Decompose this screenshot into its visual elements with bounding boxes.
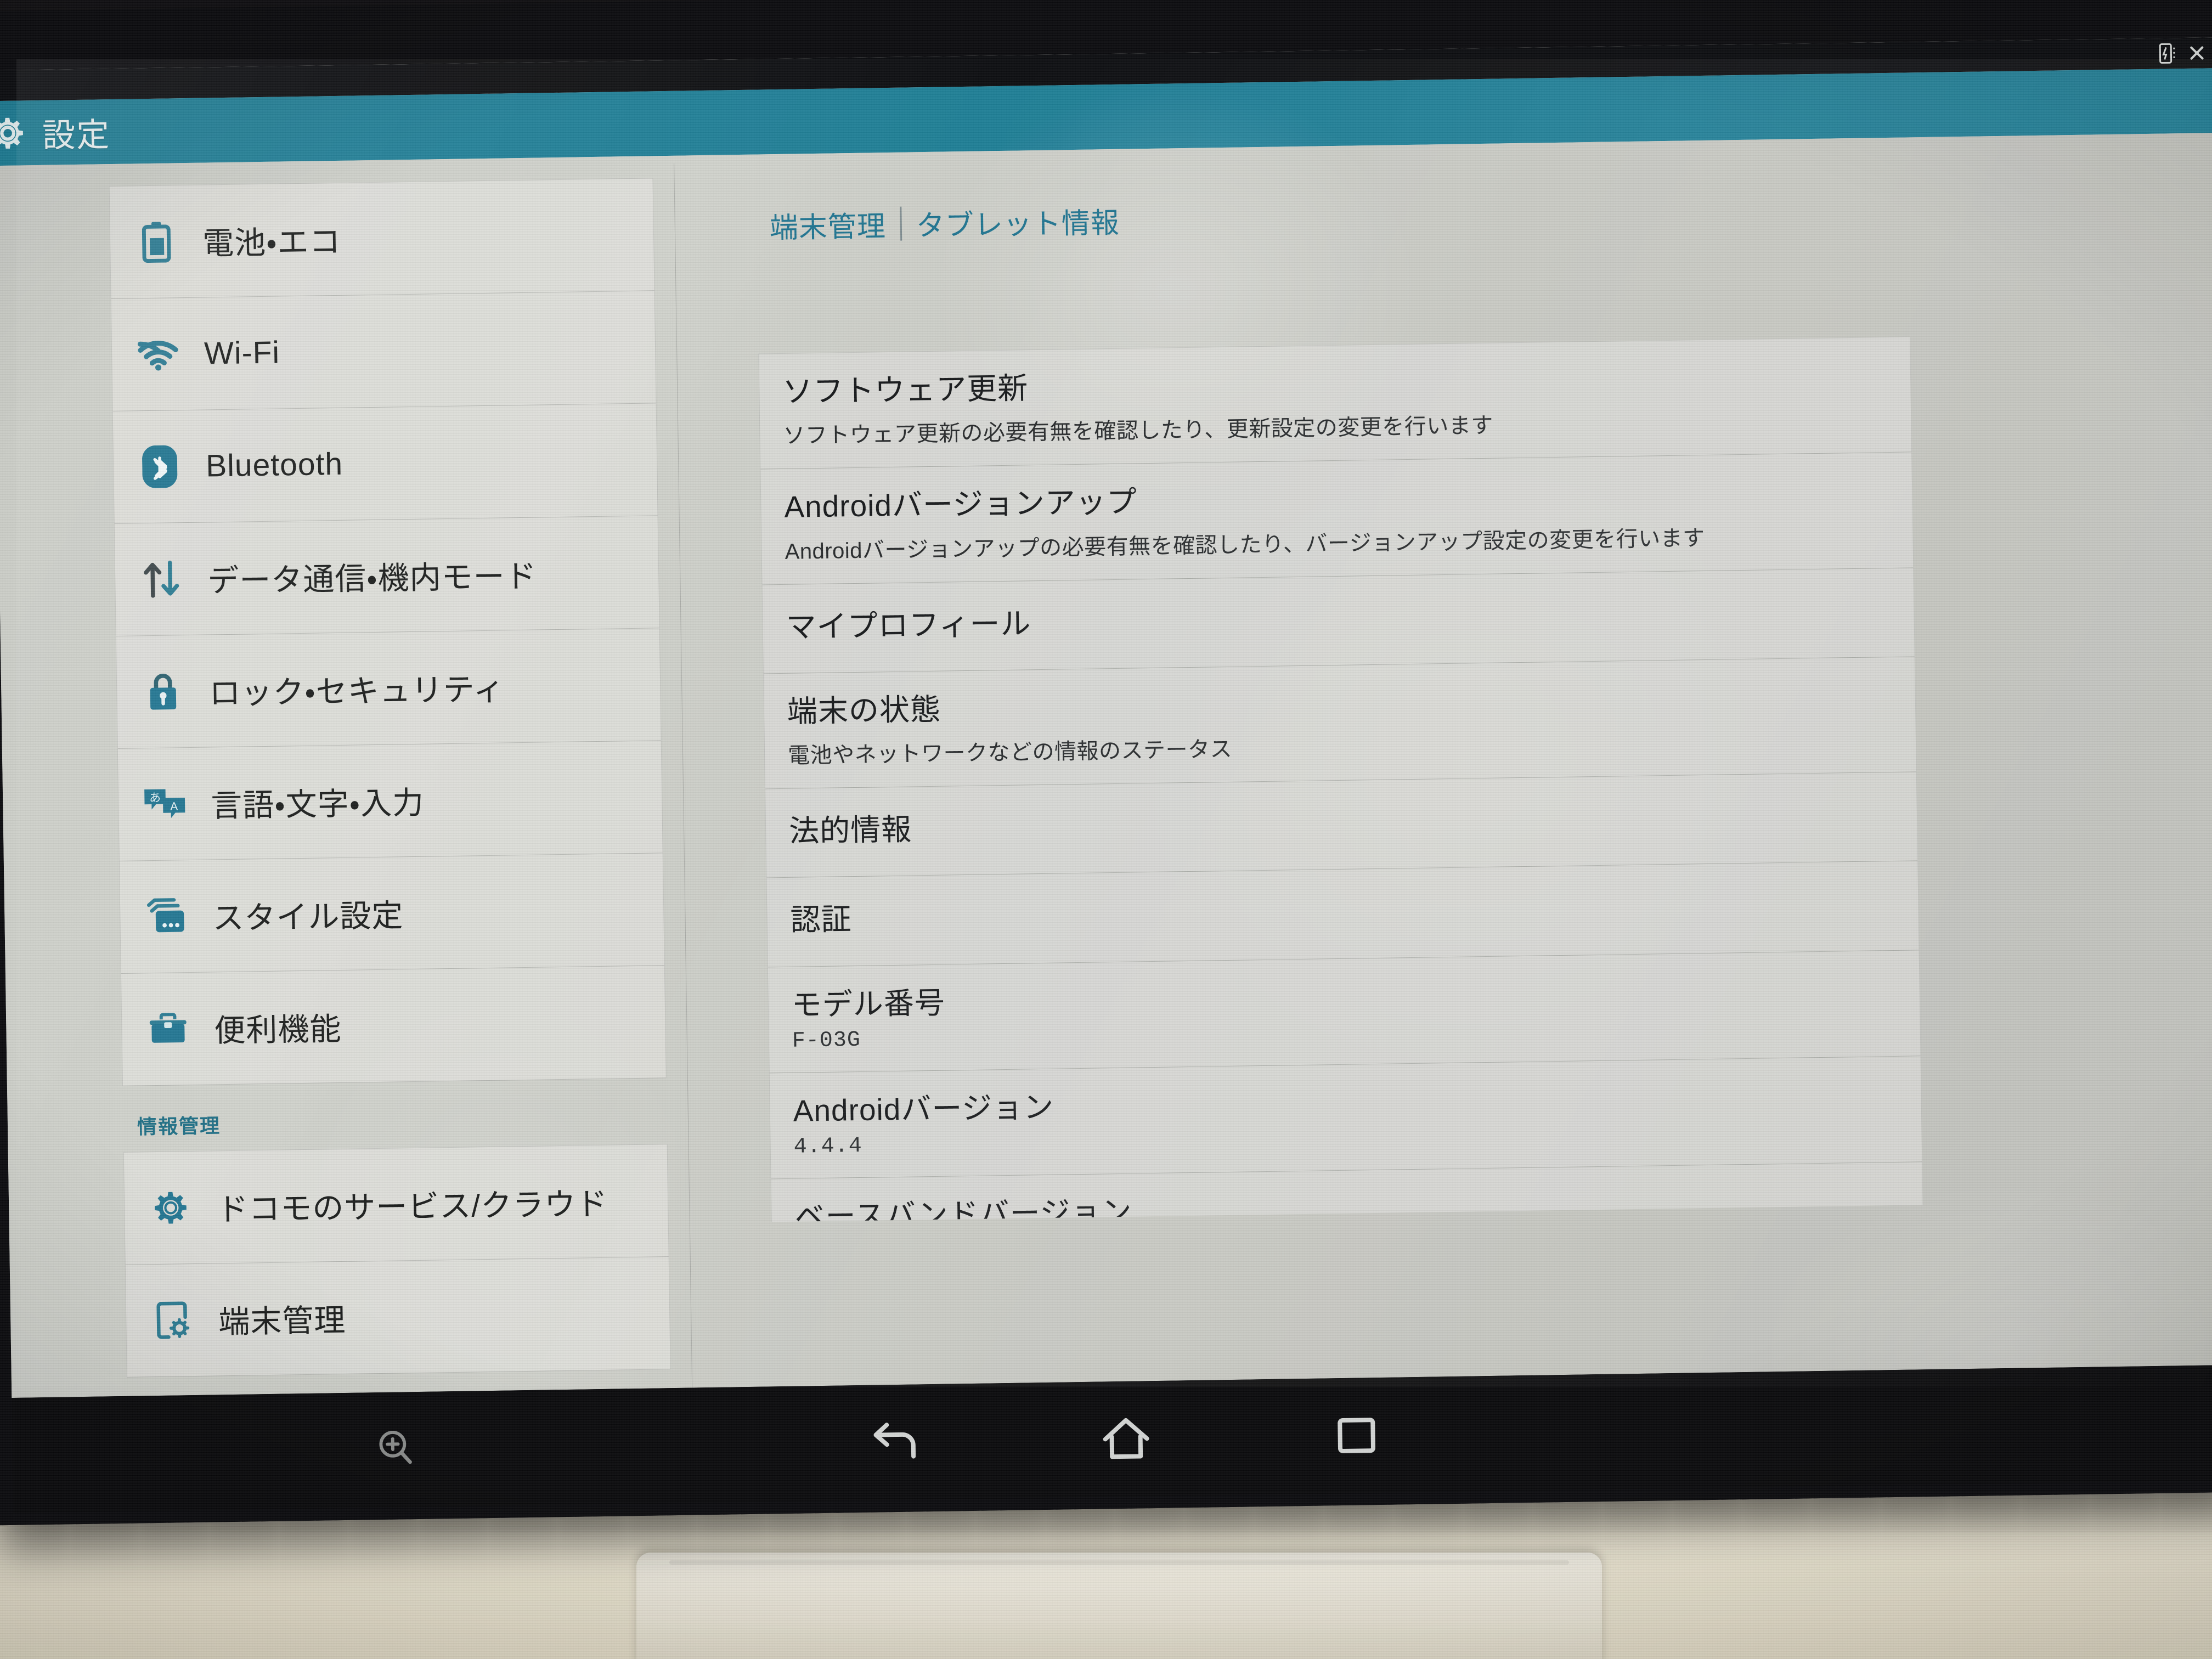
lock-icon: [141, 669, 185, 714]
list-item[interactable]: ソフトウェア更新 ソフトウェア更新の必要有無を確認したり、更新設定の変更を行いま…: [759, 337, 1912, 470]
sidebar-item-label: 端末管理: [218, 1302, 346, 1340]
sidebar-item-label: ドコモのサービス/クラウド: [216, 1186, 608, 1228]
sidebar-item-data-transfer[interactable]: データ通信・機内モード: [114, 516, 659, 636]
sidebar-item-lock-security[interactable]: ロック・セキュリティ: [116, 628, 661, 749]
list-item-title: 認証: [790, 902, 853, 938]
battery-icon: [134, 219, 179, 264]
list-item[interactable]: Androidバージョンアップ Androidバージョンアップの必要有無を確認し…: [760, 452, 1914, 585]
close-icon: [2188, 44, 2205, 61]
vibrate-icon: [2158, 42, 2177, 64]
list-item[interactable]: 端末の状態 電池やネットワークなどの情報のステータス: [763, 657, 1916, 789]
svg-text:A: A: [170, 800, 178, 813]
sidebar-item-convenience[interactable]: 便利機能: [121, 966, 666, 1086]
gear-icon: [0, 112, 29, 154]
list-item-subtitle: Androidバージョンアップの必要有無を確認したり、バージョンアップ設定の変更…: [785, 526, 1705, 564]
sidebar-item-label: 便利機能: [213, 1011, 342, 1049]
language-icon: あ A: [143, 782, 187, 826]
page-title: 設定: [42, 116, 111, 154]
breadcrumb-separator: [900, 206, 902, 241]
sidebar-item-label: 電池・エコ: [202, 224, 342, 262]
data-transfer-icon: [139, 557, 184, 601]
device-settings-icon: [150, 1298, 195, 1342]
sidebar-item-style-settings[interactable]: スタイル設定: [119, 853, 664, 974]
wifi-icon: [136, 332, 180, 376]
sidebar-item-language-input[interactable]: あ A 言語・文字・入力: [117, 741, 663, 861]
zoom-in-icon[interactable]: [374, 1427, 417, 1473]
breadcrumb-item-tablet-info[interactable]: タブレット情報: [916, 200, 1120, 244]
sidebar-group-info: ドコモのサービス/クラウド 端末管理: [123, 1144, 671, 1378]
sidebar-item-battery[interactable]: 電池・エコ: [109, 178, 654, 300]
tablet-screen: 設定 電池・エコ Wi-Fi Bluetooth データ通信・機内モード ロック…: [0, 37, 2212, 1398]
back-icon[interactable]: [780, 1418, 1011, 1467]
settings-sidebar: 電池・エコ Wi-Fi Bluetooth データ通信・機内モード ロック・セキ…: [0, 163, 692, 1398]
bluetooth-icon: [138, 444, 182, 489]
toolbox-icon: [146, 1007, 190, 1051]
recents-icon[interactable]: [1241, 1410, 1472, 1460]
gear-icon: [149, 1186, 193, 1230]
list-item[interactable]: 認証: [766, 861, 1919, 967]
sidebar-item-label: Wi-Fi: [204, 335, 280, 371]
sidebar-item-wifi[interactable]: Wi-Fi: [111, 291, 656, 412]
list-item-title: 端末の状態: [787, 692, 941, 729]
sidebar-item-label: スタイル設定: [212, 898, 404, 936]
tablet-info-list: ソフトウェア更新 ソフトウェア更新の必要有無を確認したり、更新設定の変更を行いま…: [758, 336, 1923, 1222]
breadcrumb-item-device-management[interactable]: 端末管理: [769, 203, 886, 246]
desk-object: [636, 1553, 1602, 1659]
sidebar-section-header: 情報管理: [137, 1114, 221, 1138]
settings-body: 電池・エコ Wi-Fi Bluetooth データ通信・機内モード ロック・セキ…: [0, 78, 2212, 1398]
sidebar-group-main: 電池・エコ Wi-Fi Bluetooth データ通信・機内モード ロック・セキ…: [109, 178, 667, 1086]
sidebar-item-label: Bluetooth: [205, 446, 343, 484]
settings-content: 端末管理 タブレット情報 ソフトウェア更新 ソフトウェア更新の必要有無を確認した…: [674, 140, 2212, 1388]
breadcrumb: 端末管理 タブレット情報: [698, 161, 2156, 247]
sidebar-item-bluetooth[interactable]: Bluetooth: [112, 403, 658, 524]
sidebar-item-docomo-services[interactable]: ドコモのサービス/クラウド: [123, 1144, 669, 1265]
photo-scene: 設定 電池・エコ Wi-Fi Bluetooth データ通信・機内モード ロック…: [0, 0, 2212, 1659]
list-item[interactable]: モデル番号 F-03G: [768, 950, 1921, 1074]
sidebar-item-label: 言語・文字・入力: [210, 785, 425, 824]
list-item-subtitle: 電池やネットワークなどの情報のステータス: [787, 737, 1233, 768]
list-item[interactable]: マイプロフィール: [762, 567, 1915, 674]
sidebar-item-label: データ通信・機内モード: [207, 558, 538, 599]
list-item-title: Androidバージョンアップ: [783, 484, 1138, 524]
svg-text:あ: あ: [149, 792, 161, 804]
sidebar-item-label: ロック・セキュリティ: [208, 672, 505, 712]
list-item-title: ベースバンドバージョン: [794, 1194, 1132, 1222]
sidebar-item-device-management[interactable]: 端末管理: [125, 1257, 670, 1378]
list-item-title: マイプロフィール: [786, 606, 1031, 644]
list-item[interactable]: 法的情報: [765, 772, 1918, 878]
home-icon[interactable]: [1011, 1413, 1242, 1465]
list-item-title: ソフトウェア更新: [782, 371, 1029, 409]
list-item-title: 法的情報: [788, 812, 912, 848]
tablet-device: 設定 電池・エコ Wi-Fi Bluetooth データ通信・機内モード ロック…: [0, 0, 2212, 1526]
list-item-subtitle: ソフトウェア更新の必要有無を確認したり、更新設定の変更を行います: [783, 413, 1494, 449]
list-item[interactable]: Androidバージョン 4.4.4: [769, 1056, 1922, 1180]
style-cards-icon: [144, 894, 189, 939]
